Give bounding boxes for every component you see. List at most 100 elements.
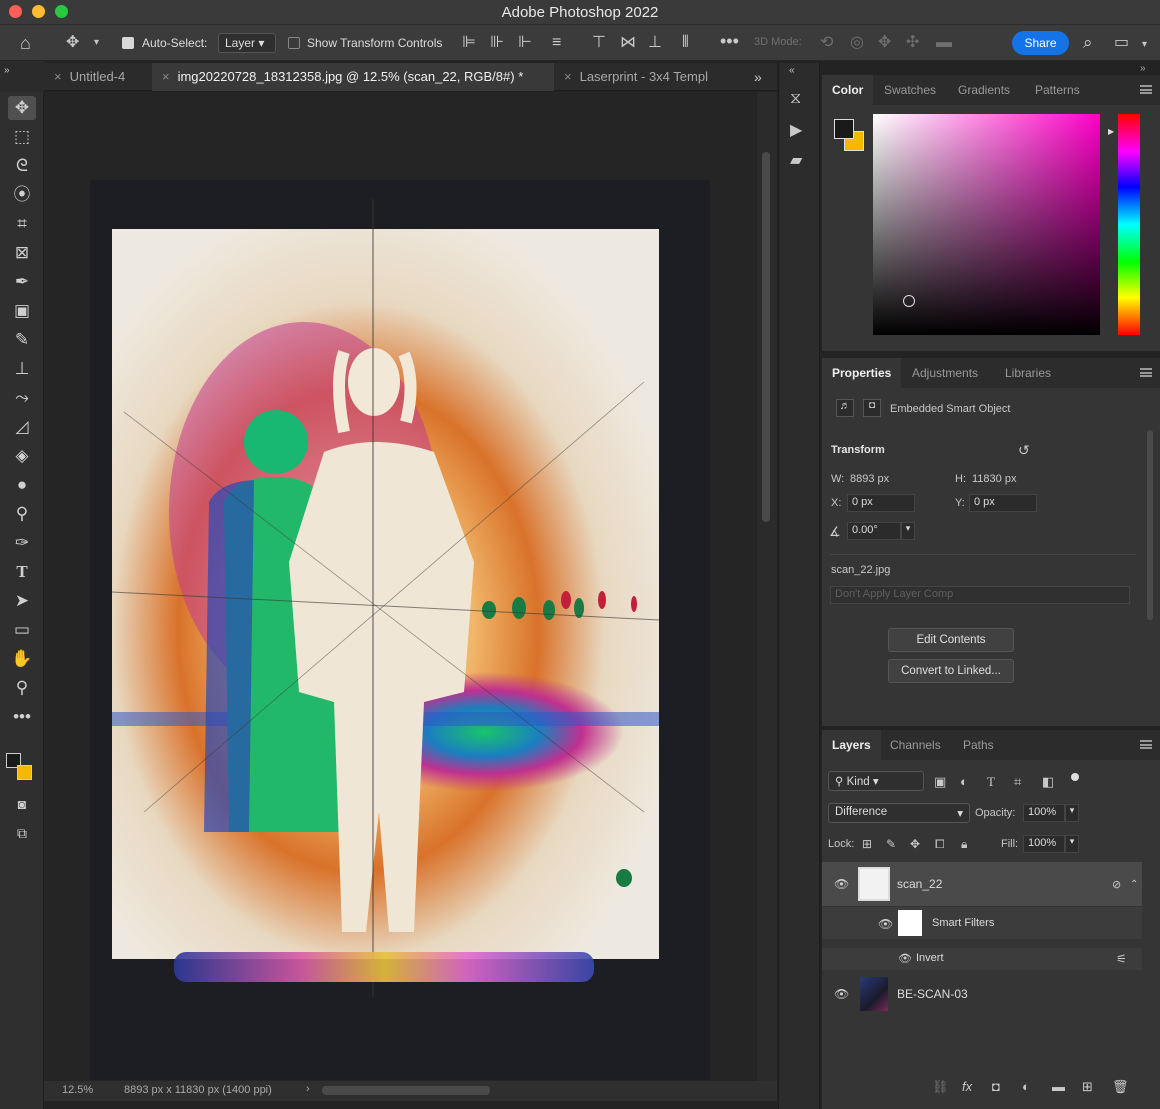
align-left-icon[interactable]: ⊫ (462, 35, 476, 51)
layer-name[interactable]: BE-SCAN-03 (897, 987, 968, 1001)
new-adjustment-icon[interactable]: ◐ (1022, 1079, 1030, 1095)
path-select-tool-icon[interactable]: ➤ (8, 589, 36, 613)
home-icon[interactable]: ⌂ (20, 34, 31, 52)
convert-to-linked-button[interactable]: Convert to Linked... (888, 659, 1014, 683)
filter-smart-object-icon[interactable]: ◧ (1042, 774, 1054, 790)
new-group-icon[interactable]: ▬ (1052, 1079, 1065, 1095)
close-tab-icon[interactable]: × (564, 69, 572, 84)
screen-mode-icon[interactable]: ⧉ (8, 821, 36, 845)
workspace-icon[interactable]: ▭ (1114, 35, 1129, 51)
layer-row-smart-filters[interactable]: 👁︎ Smart Filters (822, 907, 1142, 939)
layer-style-icon[interactable]: fx (962, 1079, 972, 1095)
fill-dropdown-icon[interactable]: ▾ (1065, 835, 1079, 853)
align-center-icon[interactable]: ⊪ (490, 35, 504, 51)
new-layer-icon[interactable]: ⊞ (1082, 1079, 1093, 1095)
healing-tool-icon[interactable]: ▣ (8, 299, 36, 323)
panel-menu-icon[interactable] (1140, 368, 1152, 377)
workspace-chevron-icon[interactable]: ▾ (1142, 37, 1147, 53)
filter-pixel-icon[interactable]: ▣ (934, 774, 946, 790)
mask-icon[interactable]: ◘ (863, 399, 881, 417)
lock-artboard-icon[interactable]: ⧠ (935, 836, 945, 852)
panel-menu-icon[interactable] (1140, 740, 1152, 749)
show-transform-checkbox[interactable] (288, 37, 300, 49)
visibility-eye-icon[interactable]: 👁︎ (898, 952, 912, 965)
more-tabs-icon[interactable]: » (754, 69, 762, 85)
filter-adjustment-icon[interactable]: ◐ (960, 774, 968, 790)
filter-toggle-icon[interactable] (1071, 773, 1079, 781)
width-value[interactable]: 8893 px (850, 473, 889, 485)
paint-bucket-tool-icon[interactable]: ◈ (8, 444, 36, 468)
properties-scrollbar[interactable] (1147, 430, 1153, 620)
rectangle-tool-icon[interactable]: ▭ (8, 618, 36, 642)
eyedropper-tool-icon[interactable]: ✒ (8, 270, 36, 294)
tab-laserprint[interactable]: × Laserprint - 3x4 Templ (554, 63, 744, 91)
height-value[interactable]: 11830 px (972, 473, 1016, 485)
blur-tool-icon[interactable]: ● (8, 473, 36, 497)
share-button[interactable]: Share (1012, 31, 1069, 55)
crop-tool-icon[interactable]: ⌗ (8, 212, 36, 236)
lock-transparent-icon[interactable]: ⊞ (862, 836, 872, 852)
expand-icon[interactable]: » (4, 63, 10, 79)
fill-field[interactable]: 100% (1023, 835, 1065, 853)
reset-transform-icon[interactable]: ↺ (1018, 442, 1030, 458)
marquee-tool-icon[interactable]: ⬚ (8, 125, 36, 149)
stamp-tool-icon[interactable]: ⊥ (8, 357, 36, 381)
tab-gradients[interactable]: Gradients (948, 75, 1020, 105)
visibility-eye-icon[interactable]: 👁︎ (834, 877, 849, 891)
add-mask-icon[interactable]: ◘ (992, 1079, 1000, 1095)
distribute-icon[interactable]: ≡ (552, 35, 561, 51)
zoom-tool-icon[interactable]: ⚲ (8, 676, 36, 700)
tab-properties[interactable]: Properties (822, 358, 902, 388)
layer-row-invert[interactable]: 👁︎ Invert ⚟ (822, 948, 1142, 970)
align-top-icon[interactable]: ⊤ (592, 35, 606, 51)
smart-filter-link-icon[interactable]: ⊘ (1112, 877, 1121, 893)
layer-comp-select[interactable]: Don't Apply Layer Comp (830, 586, 1130, 604)
more-options-icon[interactable]: ••• (720, 32, 739, 50)
lock-all-icon[interactable]: 🔒︎ (961, 836, 967, 852)
comments-panel-icon[interactable]: ▰ (790, 153, 802, 169)
hue-slider[interactable] (1118, 114, 1140, 335)
edit-toolbar-icon[interactable]: ••• (8, 705, 36, 729)
panel-menu-icon[interactable] (1140, 85, 1152, 94)
distribute-vertical-icon[interactable]: ⫴ (682, 35, 689, 51)
align-bottom-icon[interactable]: ⊥ (648, 35, 662, 51)
tab-swatches[interactable]: Swatches (874, 75, 946, 105)
close-tab-icon[interactable]: × (54, 69, 62, 84)
blend-mode-dropdown[interactable]: Difference ▾ (828, 803, 970, 823)
filter-type-icon[interactable]: T (987, 774, 995, 790)
auto-select-dropdown[interactable]: Layer ▾ (218, 33, 276, 53)
move-tool-icon[interactable]: ✥ (8, 96, 36, 120)
edit-contents-button[interactable]: Edit Contents (888, 628, 1014, 652)
tab-adjustments[interactable]: Adjustments (902, 358, 988, 388)
layer-row-scan-22[interactable]: 👁︎ scan_22 ⊘ ⌃ (822, 862, 1142, 906)
collapse-effects-icon[interactable]: ⌃ (1130, 877, 1138, 893)
filter-options-icon[interactable]: ⚟ (1116, 951, 1127, 967)
lock-position-icon[interactable]: ✥ (910, 836, 920, 852)
tab-channels[interactable]: Channels (880, 730, 951, 760)
tab-color[interactable]: Color (822, 75, 874, 105)
document-info[interactable]: 8893 px x 11830 px (1400 ppi) (124, 1084, 272, 1096)
quick-mask-icon[interactable]: ◙ (8, 792, 36, 816)
layer-row-be-scan-03[interactable]: 👁︎ BE-SCAN-03 (822, 972, 1142, 1016)
layer-filter-dropdown[interactable]: ⚲ Kind ▾ (828, 771, 924, 791)
align-right-icon[interactable]: ⊩ (518, 35, 532, 51)
lock-pixels-icon[interactable]: ✎ (886, 836, 896, 852)
move-tool-preset-icon[interactable]: ✥ (66, 35, 79, 51)
layer-name[interactable]: scan_22 (897, 877, 942, 891)
tab-img-scan[interactable]: × img20220728_18312358.jpg @ 12.5% (scan_… (152, 63, 554, 91)
close-tab-icon[interactable]: × (162, 69, 170, 84)
actions-panel-icon[interactable]: ▶ (790, 123, 802, 139)
lasso-tool-icon[interactable]: ᘓ (8, 154, 36, 178)
collapse-icon[interactable]: « (789, 63, 795, 79)
document-canvas[interactable] (44, 92, 757, 1081)
type-tool-icon[interactable]: T (8, 560, 36, 584)
color-foreground-swatch[interactable] (834, 119, 854, 139)
auto-select-checkbox[interactable] (122, 37, 134, 49)
opacity-field[interactable]: 100% (1023, 804, 1065, 822)
brush-tool-icon[interactable]: ✎ (8, 328, 36, 352)
tab-libraries[interactable]: Libraries (995, 358, 1061, 388)
tab-paths[interactable]: Paths (953, 730, 1004, 760)
dodge-tool-icon[interactable]: ⚲ (8, 502, 36, 526)
tab-untitled-4[interactable]: × Untitled-4 (44, 63, 152, 91)
filter-shape-icon[interactable]: ⌗ (1014, 774, 1021, 790)
